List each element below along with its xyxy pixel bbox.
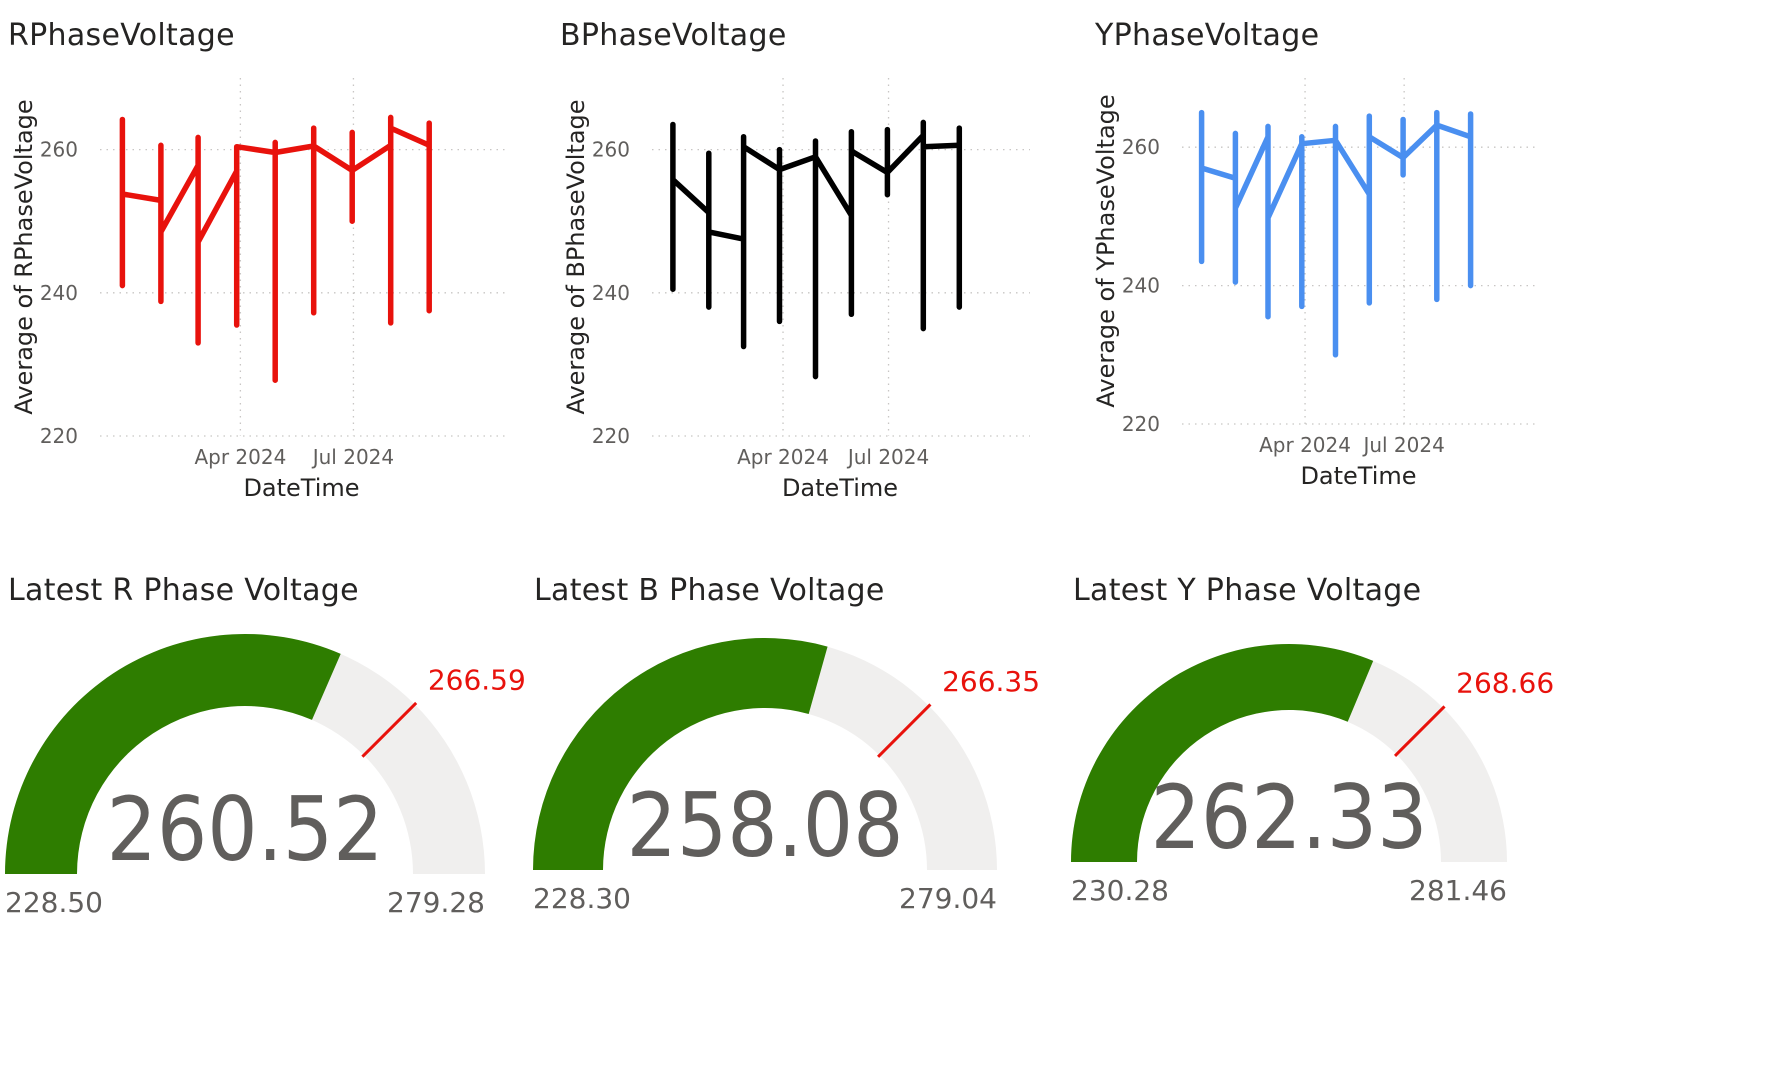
gauge-value: 258.08	[627, 774, 904, 877]
gauge-panel-r: Latest R Phase Voltage 266.59 260.52 228.5…	[0, 555, 560, 1074]
gauge-target-label: 268.66	[1456, 667, 1554, 700]
y-tick-label: 260	[40, 138, 78, 162]
series-line	[119, 114, 432, 383]
y-tick-label: 260	[1122, 135, 1160, 159]
x-tick-label: Apr 2024	[1259, 433, 1351, 457]
x-tick-label: Apr 2024	[194, 445, 286, 469]
series-line	[670, 119, 963, 380]
line-chart-panel-r: RPhaseVoltage 220 240 260 Apr 2024 Jul 2024 D…	[0, 0, 560, 530]
gauge-panel-y: Latest Y Phase Voltage 268.66 262.33 230.2…	[1065, 555, 1625, 1074]
y-tick-label: 220	[592, 424, 630, 448]
x-axis-title: DateTime	[782, 474, 898, 502]
gauge-min-label: 230.28	[1071, 874, 1169, 907]
x-tick-label: Jul 2024	[1361, 433, 1444, 457]
x-axis-title: DateTime	[1300, 462, 1416, 490]
gauge-value: 260.52	[107, 778, 384, 881]
y-tick-label: 240	[1122, 274, 1160, 298]
gauge-panel-b: Latest B Phase Voltage 266.35 258.08 228.3…	[526, 555, 1086, 1074]
y-axis-title: Average of BPhaseVoltage	[562, 99, 590, 414]
y-tick-label: 220	[1122, 412, 1160, 436]
x-tick-label: Jul 2024	[311, 445, 394, 469]
line-chart-svg[interactable]: 220 240 260 Apr 2024 Jul 2024 DateTime Average…	[0, 0, 560, 530]
gauge-max-label: 279.28	[387, 886, 485, 919]
line-chart-svg[interactable]: 220 240 260 Apr 2024 Jul 2024 DateTime Average…	[552, 0, 1112, 530]
line-chart-panel-b: BPhaseVoltage 220 240 260 Apr 2024 Jul 2024 D…	[552, 0, 1112, 530]
y-tick-label: 260	[592, 138, 630, 162]
gauge-max-label: 281.46	[1409, 874, 1507, 907]
x-tick-label: Apr 2024	[737, 445, 829, 469]
x-axis-title: DateTime	[243, 474, 359, 502]
y-axis-title: Average of YPhaseVoltage	[1092, 94, 1120, 407]
gauge-min-label: 228.30	[533, 882, 631, 915]
y-tick-label: 240	[592, 281, 630, 305]
gauge-value: 262.33	[1151, 766, 1428, 869]
line-chart-svg[interactable]: 220 240 260 Apr 2024 Jul 2024 DateTime Average…	[1087, 0, 1647, 530]
gauge-svg[interactable]: 266.35 258.08 228.30 279.04	[526, 555, 1086, 1074]
y-tick-label: 240	[40, 281, 78, 305]
y-axis-title: Average of RPhaseVoltage	[10, 99, 38, 414]
line-chart-panel-y: YPhaseVoltage 220 240 260 Apr 2024 Jul 2024 D…	[1087, 0, 1647, 530]
gauge-target-label: 266.35	[942, 665, 1040, 698]
gauge-svg[interactable]: 266.59 260.52228.50 279.28	[0, 555, 560, 1074]
gauge-svg[interactable]: 268.66 262.33 230.28 281.46	[1065, 555, 1625, 1074]
gauge-min-label: 228.50	[5, 886, 103, 919]
x-tick-label: Jul 2024	[846, 445, 929, 469]
gauge-max-label: 279.04	[899, 882, 997, 915]
gauge-target-label: 266.59	[428, 663, 526, 696]
y-tick-label: 220	[40, 424, 78, 448]
series-line	[1198, 109, 1474, 358]
